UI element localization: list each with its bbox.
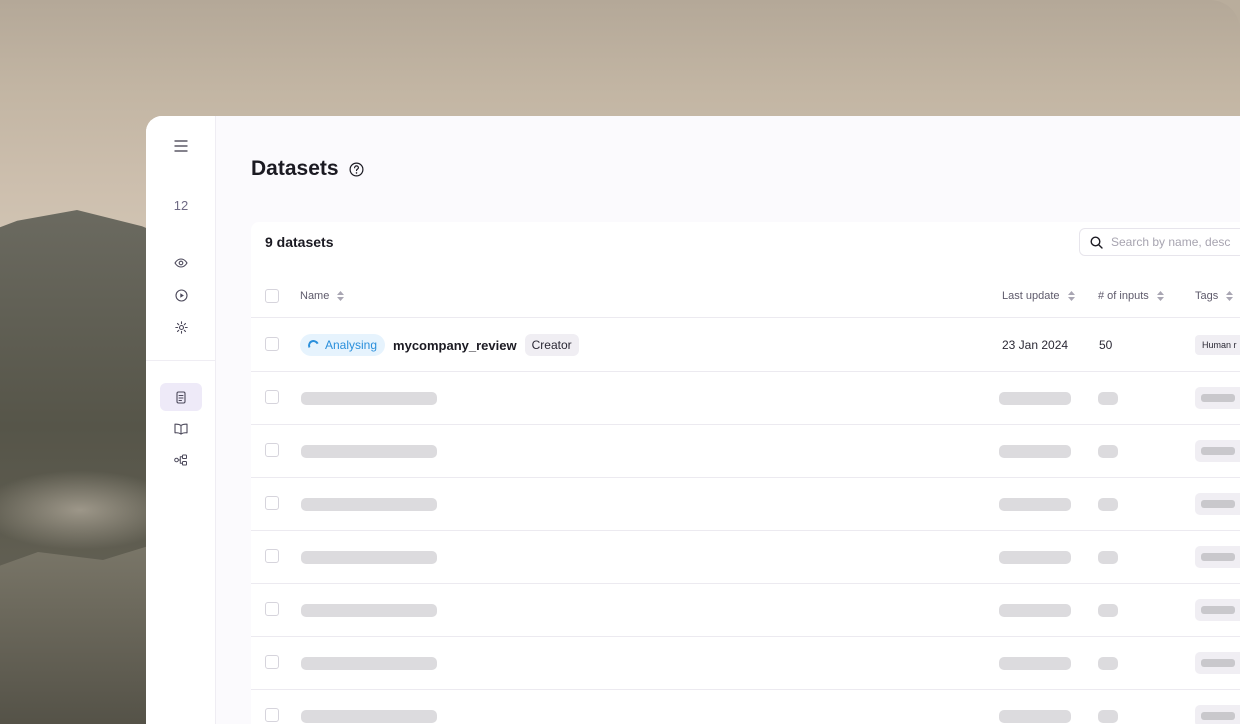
play-icon — [174, 288, 188, 302]
row-checkbox[interactable] — [265, 496, 279, 510]
skeleton-row — [251, 690, 1240, 724]
skeleton-tag — [1195, 584, 1240, 636]
skeleton-name — [301, 690, 437, 724]
skeleton-inputs — [1098, 584, 1118, 636]
settings-icon — [174, 320, 188, 334]
skeleton-row — [251, 584, 1240, 637]
dataset-name-cell: Analysing mycompany_review Creator — [300, 319, 579, 371]
page-title: Datasets — [251, 157, 339, 180]
skeleton-tag — [1195, 531, 1240, 583]
search-box[interactable] — [1079, 228, 1240, 256]
skeleton-inputs — [1098, 637, 1118, 689]
skeleton-row — [251, 425, 1240, 478]
row-checkbox[interactable] — [265, 708, 279, 722]
column-inputs[interactable]: # of inputs — [1098, 274, 1164, 318]
skeleton-name — [301, 425, 437, 477]
skeleton-name — [301, 584, 437, 636]
sidebar-item-datasets[interactable] — [160, 383, 202, 411]
column-last-update[interactable]: Last update — [1002, 274, 1075, 318]
page-header: Datasets — [251, 157, 364, 181]
skeleton-row — [251, 637, 1240, 690]
column-last-update-label: Last update — [1002, 290, 1060, 302]
skeleton-tag — [1195, 637, 1240, 689]
skeleton-date — [999, 425, 1071, 477]
sort-icon — [1226, 291, 1234, 301]
row-checkbox[interactable] — [265, 549, 279, 563]
skeleton-inputs — [1098, 478, 1118, 530]
workspace-counter-label: 12 — [173, 197, 189, 213]
row-checkbox[interactable] — [265, 337, 279, 351]
search-icon — [1090, 235, 1103, 249]
sidebar-item-workflows[interactable] — [160, 446, 202, 474]
skeleton-tag — [1195, 425, 1240, 477]
help-icon[interactable] — [349, 161, 364, 177]
eye-icon — [174, 258, 188, 268]
status-badge: Analysing — [300, 334, 386, 356]
table-row[interactable]: Analysing mycompany_review Creator 23 Ja… — [251, 319, 1240, 372]
menu-icon — [174, 140, 188, 152]
skeleton-inputs — [1098, 531, 1118, 583]
skeleton-date — [999, 531, 1071, 583]
tag-chip: Human r — [1195, 335, 1240, 355]
column-inputs-label: # of inputs — [1098, 290, 1149, 302]
skeleton-row — [251, 478, 1240, 531]
skeleton-row — [251, 372, 1240, 425]
app-window: 12 Datasets 9 datasets Search by name, d… — [146, 116, 1240, 724]
skeleton-row — [251, 531, 1240, 584]
skeleton-tag — [1195, 372, 1240, 424]
skeleton-inputs — [1098, 372, 1118, 424]
role-badge: Creator — [524, 334, 579, 356]
sidebar-item-run[interactable] — [160, 281, 202, 309]
column-tags-label: Tags — [1195, 290, 1219, 302]
book-icon — [174, 423, 188, 435]
inputs-cell: 50 — [1099, 338, 1113, 352]
skeleton-date — [999, 584, 1071, 636]
sidebar-divider — [146, 360, 215, 361]
sort-icon — [1156, 291, 1164, 301]
skeleton-name — [301, 531, 437, 583]
column-name-label: Name — [300, 290, 330, 302]
sidebar: 12 — [146, 116, 216, 724]
sort-icon — [1067, 291, 1075, 301]
select-all-checkbox[interactable] — [265, 289, 279, 303]
table-header: Name Last update # of inputs Tags — [251, 274, 1240, 318]
workflow-icon — [174, 454, 187, 466]
skeleton-date — [999, 478, 1071, 530]
sort-icon — [337, 291, 345, 301]
sidebar-item-monitor[interactable] — [160, 249, 202, 277]
status-label: Analysing — [325, 338, 378, 352]
skeleton-inputs — [1098, 690, 1118, 724]
skeleton-date — [999, 690, 1071, 724]
datasets-icon — [176, 390, 186, 404]
workspace-counter[interactable]: 12 — [160, 191, 202, 219]
tags-cell: Human r — [1195, 319, 1240, 371]
skeleton-name — [301, 478, 437, 530]
skeleton-date — [999, 637, 1071, 689]
skeleton-date — [999, 372, 1071, 424]
menu-button[interactable] — [160, 132, 202, 160]
dataset-name-link[interactable]: mycompany_review — [393, 338, 517, 353]
datasets-count: 9 datasets — [265, 234, 334, 250]
row-checkbox[interactable] — [265, 443, 279, 457]
row-checkbox[interactable] — [265, 602, 279, 616]
sidebar-item-settings[interactable] — [160, 313, 202, 341]
column-tags[interactable]: Tags — [1195, 274, 1234, 318]
skeleton-name — [301, 637, 437, 689]
column-name[interactable]: Name — [300, 274, 345, 318]
datasets-table-card: 9 datasets Name Last update # of inputs — [251, 222, 1240, 724]
row-checkbox[interactable] — [265, 655, 279, 669]
main-content: Datasets 9 datasets Name Last update — [216, 116, 1240, 724]
skeleton-inputs — [1098, 425, 1118, 477]
sidebar-item-docs[interactable] — [160, 415, 202, 443]
search-input[interactable] — [1111, 235, 1240, 249]
spinner-icon — [306, 337, 321, 353]
last-update-cell: 23 Jan 2024 — [1002, 338, 1069, 352]
skeleton-tag — [1195, 690, 1240, 724]
row-checkbox[interactable] — [265, 390, 279, 404]
skeleton-tag — [1195, 478, 1240, 530]
skeleton-name — [301, 372, 437, 424]
